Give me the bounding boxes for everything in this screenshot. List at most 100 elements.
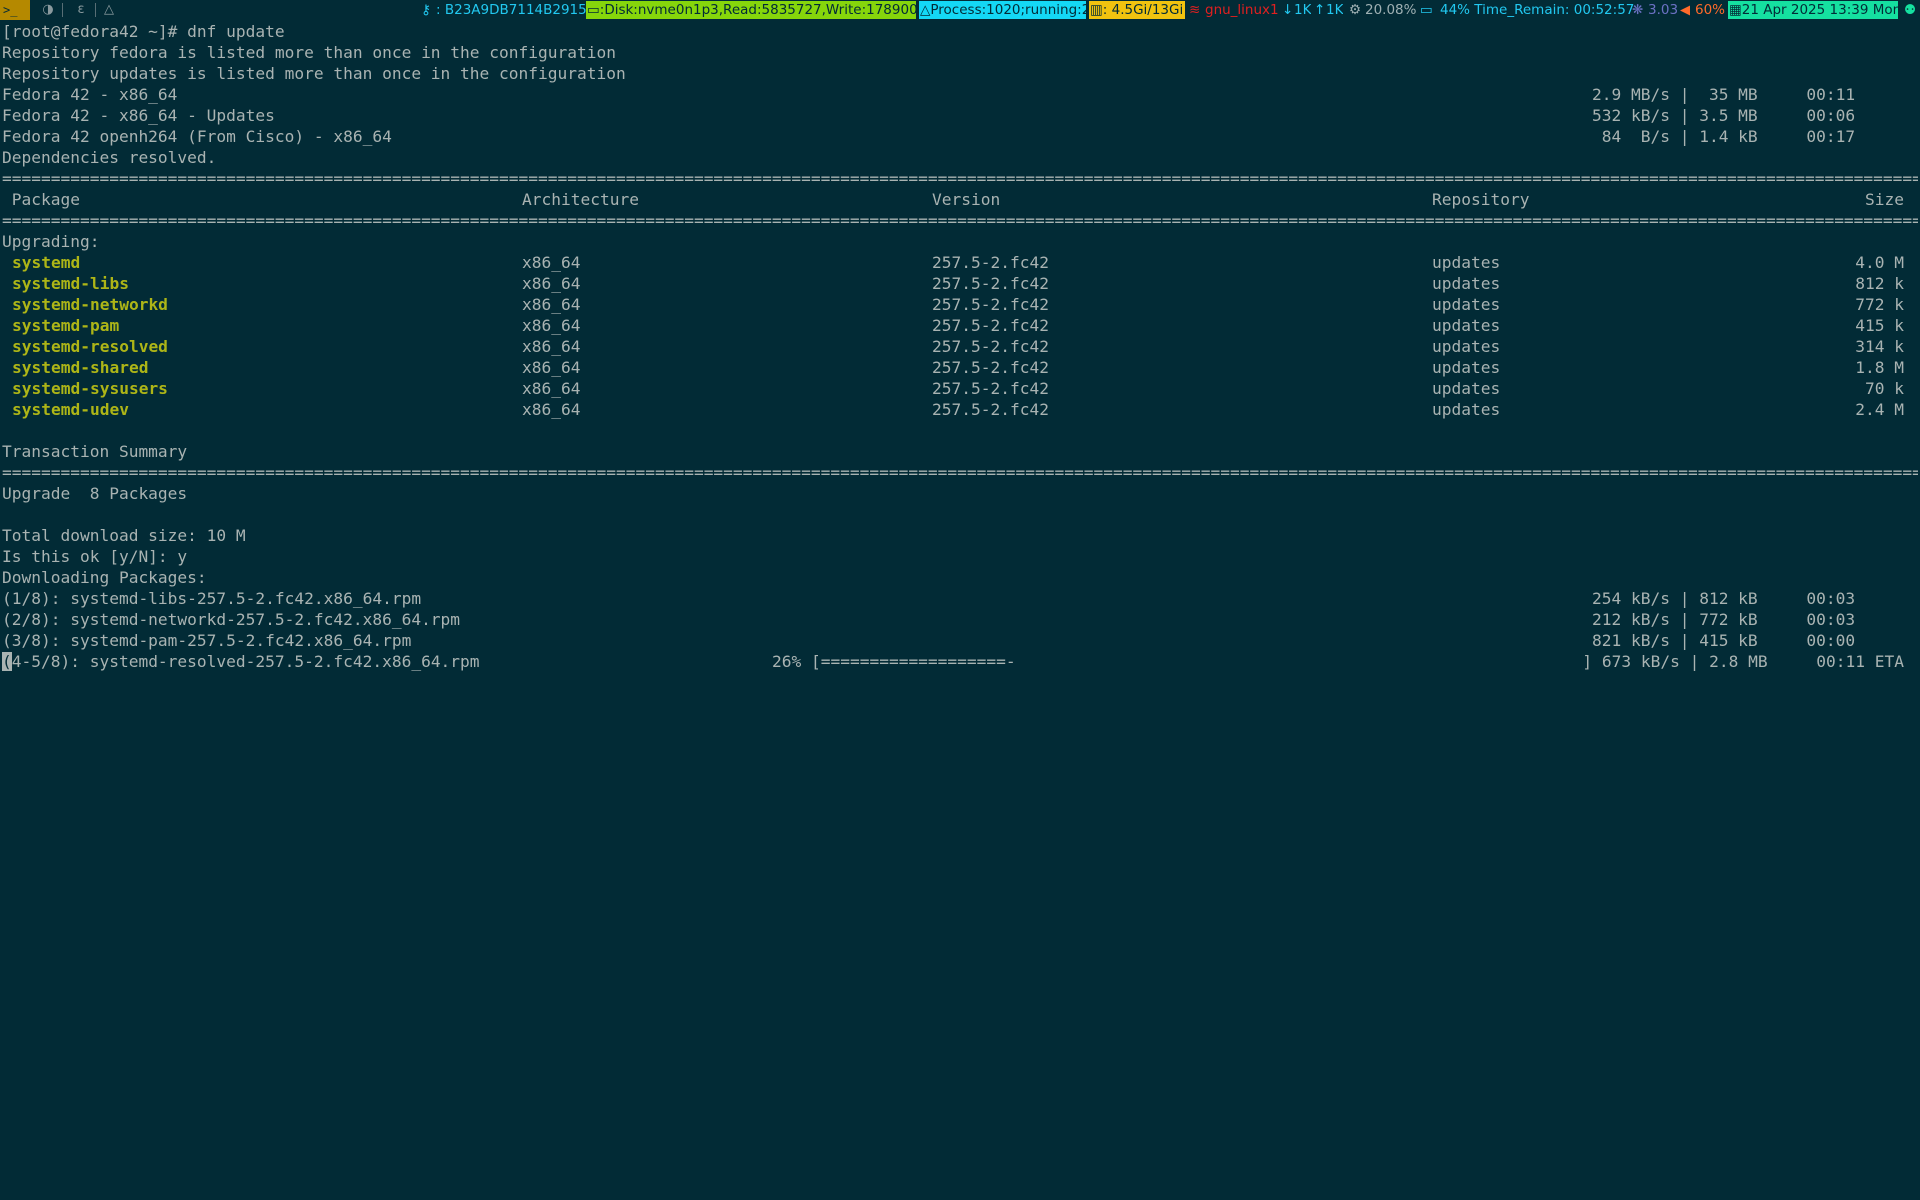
download-rate: 1K (1294, 2, 1312, 18)
package-arch: x86_64 (522, 337, 581, 356)
repo-line: Fedora 42 - x86_64 - Updates 532 kB/s | … (2, 105, 1918, 126)
workspace-2-icon[interactable]: ε (74, 0, 88, 20)
volume-icon: ◀ (1680, 2, 1691, 18)
datetime-text: 21 Apr 2025 13:39 Mon (1741, 2, 1898, 18)
load-icon: ❋ (1632, 2, 1644, 18)
divider (95, 3, 96, 17)
download-stats: 254 kB/s | 812 kB 00:03 (1592, 589, 1856, 608)
package-name: systemd-resolved (12, 337, 168, 356)
download-stats: 821 kB/s | 415 kB 00:00 (1592, 631, 1856, 650)
download-name: (1/8): systemd-libs-257.5-2.fc42.x86_64.… (2, 589, 422, 608)
terminal-icon[interactable]: >_ (0, 0, 30, 20)
package-size: 2.4 M (1855, 400, 1904, 419)
package-size: 70 k (1865, 379, 1904, 398)
package-arch: x86_64 (522, 316, 581, 335)
confirm-line: Is this ok [y/N]: y (2, 547, 188, 566)
package-repo: updates (1432, 316, 1501, 335)
package-arch: x86_64 (522, 274, 581, 293)
download-row: (1/8): systemd-libs-257.5-2.fc42.x86_64.… (2, 588, 1918, 609)
header-version: Version (932, 190, 1001, 209)
wifi-name: gnu_linux1 (1205, 2, 1279, 18)
separator-rule: ========================================… (2, 169, 1918, 188)
package-version: 257.5-2.fc42 (932, 253, 1049, 272)
table-row: systemd-udev x86_64 257.5-2.fc42 updates… (2, 399, 1918, 420)
battery-text: 44% Time_Remain: 00:52:57 (1440, 2, 1635, 18)
package-size: 772 k (1855, 295, 1904, 314)
package-version: 257.5-2.fc42 (932, 379, 1049, 398)
volume-value: 60% (1695, 2, 1726, 18)
memory-indicator: ▥: 4.5Gi/13Gi (1089, 1, 1185, 19)
package-arch: x86_64 (522, 358, 581, 377)
package-repo: updates (1432, 337, 1501, 356)
package-name: systemd-sysusers (12, 379, 168, 398)
table-row: systemd-resolved x86_64 257.5-2.fc42 upd… (2, 336, 1918, 357)
package-repo: updates (1432, 274, 1501, 293)
table-row: systemd-sysusers x86_64 257.5-2.fc42 upd… (2, 378, 1918, 399)
package-size: 4.0 M (1855, 253, 1904, 272)
wifi-icon: ≋ (1189, 2, 1201, 18)
package-version: 257.5-2.fc42 (932, 274, 1049, 293)
downloading-label: Downloading Packages: (2, 568, 207, 587)
warning-line: Repository updates is listed more than o… (2, 64, 626, 83)
package-arch: x86_64 (522, 379, 581, 398)
repo-stats: 2.9 MB/s | 35 MB 00:11 (1592, 85, 1856, 104)
download-name: (3/8): systemd-pam-257.5-2.fc42.x86_64.r… (2, 631, 412, 650)
package-arch: x86_64 (522, 295, 581, 314)
header-repository: Repository (1432, 190, 1530, 209)
summary-title: Transaction Summary (2, 442, 188, 461)
process-indicator: △Process:1020;running:2 (919, 1, 1086, 19)
tray-icon[interactable]: ⚉ (1904, 1, 1916, 19)
package-size: 415 k (1855, 316, 1904, 335)
repo-line: Fedora 42 openh264 (From Cisco) - x86_64… (2, 126, 1918, 147)
summary-line: Upgrade 8 Packages (2, 484, 188, 503)
disk-icon: ▭ (587, 2, 600, 18)
package-name: systemd (12, 253, 81, 272)
text-cursor: ( (2, 652, 12, 671)
table-header: Package Architecture Version Repository … (2, 189, 1918, 210)
progress-item: (4-5/8): systemd-resolved-257.5-2.fc42.x… (2, 651, 480, 672)
download-name: (2/8): systemd-networkd-257.5-2.fc42.x86… (2, 610, 461, 629)
package-version: 257.5-2.fc42 (932, 295, 1049, 314)
battery-icon: ▭ (1420, 2, 1433, 18)
repo-name: Fedora 42 openh264 (From Cisco) - x86_64 (2, 127, 392, 146)
progress-name: 4-5/8): systemd-resolved-257.5-2.fc42.x8… (11, 652, 480, 671)
terminal-window[interactable]: [root@fedora42 ~]# dnf update Repository… (0, 21, 1920, 1200)
memory-icon: ▥ (1090, 2, 1103, 18)
calendar-icon: ▦ (1729, 2, 1742, 18)
progress-stats: ] 673 kB/s | 2.8 MB 00:11 ETA (1582, 652, 1904, 671)
package-size: 1.8 M (1855, 358, 1904, 377)
repo-stats: 532 kB/s | 3.5 MB 00:06 (1592, 106, 1856, 125)
table-row: systemd-pam x86_64 257.5-2.fc42 updates … (2, 315, 1918, 336)
download-stats: 212 kB/s | 772 kB 00:03 (1592, 610, 1856, 629)
warning-line: Repository fedora is listed more than on… (2, 43, 616, 62)
package-name: systemd-shared (12, 358, 149, 377)
package-name: systemd-udev (12, 400, 129, 419)
upload-rate: 1K (1326, 2, 1344, 18)
workspace-3-icon[interactable]: △ (102, 0, 116, 20)
command-prompt: [root@fedora42 ~]# dnf update (2, 22, 285, 41)
separator-rule: ========================================… (2, 211, 1918, 230)
package-name: systemd-networkd (12, 295, 168, 314)
download-row: (3/8): systemd-pam-257.5-2.fc42.x86_64.r… (2, 630, 1918, 651)
package-size: 812 k (1855, 274, 1904, 293)
table-row: systemd-networkd x86_64 257.5-2.fc42 upd… (2, 294, 1918, 315)
memory-text: : 4.5Gi/13Gi (1102, 2, 1184, 18)
load-value: 3.03 (1648, 2, 1679, 18)
header-architecture: Architecture (522, 190, 639, 209)
download-row: (2/8): systemd-networkd-257.5-2.fc42.x86… (2, 609, 1918, 630)
progress-row: (4-5/8): systemd-resolved-257.5-2.fc42.x… (2, 651, 1918, 672)
repo-name: Fedora 42 - x86_64 (2, 85, 178, 104)
cpu-icon: ⚙ (1349, 2, 1362, 18)
disk-indicator: ▭:Disk:nvme0n1p3,Read:5835727,Write:1789… (586, 1, 916, 19)
upload-icon: ↑ (1314, 2, 1326, 18)
workspace-1-icon[interactable]: ◑ (40, 0, 56, 20)
upgrading-label: Upgrading: (2, 232, 100, 251)
package-name: systemd-pam (12, 316, 120, 335)
table-row: systemd-libs x86_64 257.5-2.fc42 updates… (2, 273, 1918, 294)
package-name: systemd-libs (12, 274, 129, 293)
download-icon: ↓ (1282, 2, 1294, 18)
header-size: Size (1865, 190, 1904, 209)
separator-rule: ========================================… (2, 463, 1918, 482)
package-version: 257.5-2.fc42 (932, 337, 1049, 356)
package-arch: x86_64 (522, 253, 581, 272)
